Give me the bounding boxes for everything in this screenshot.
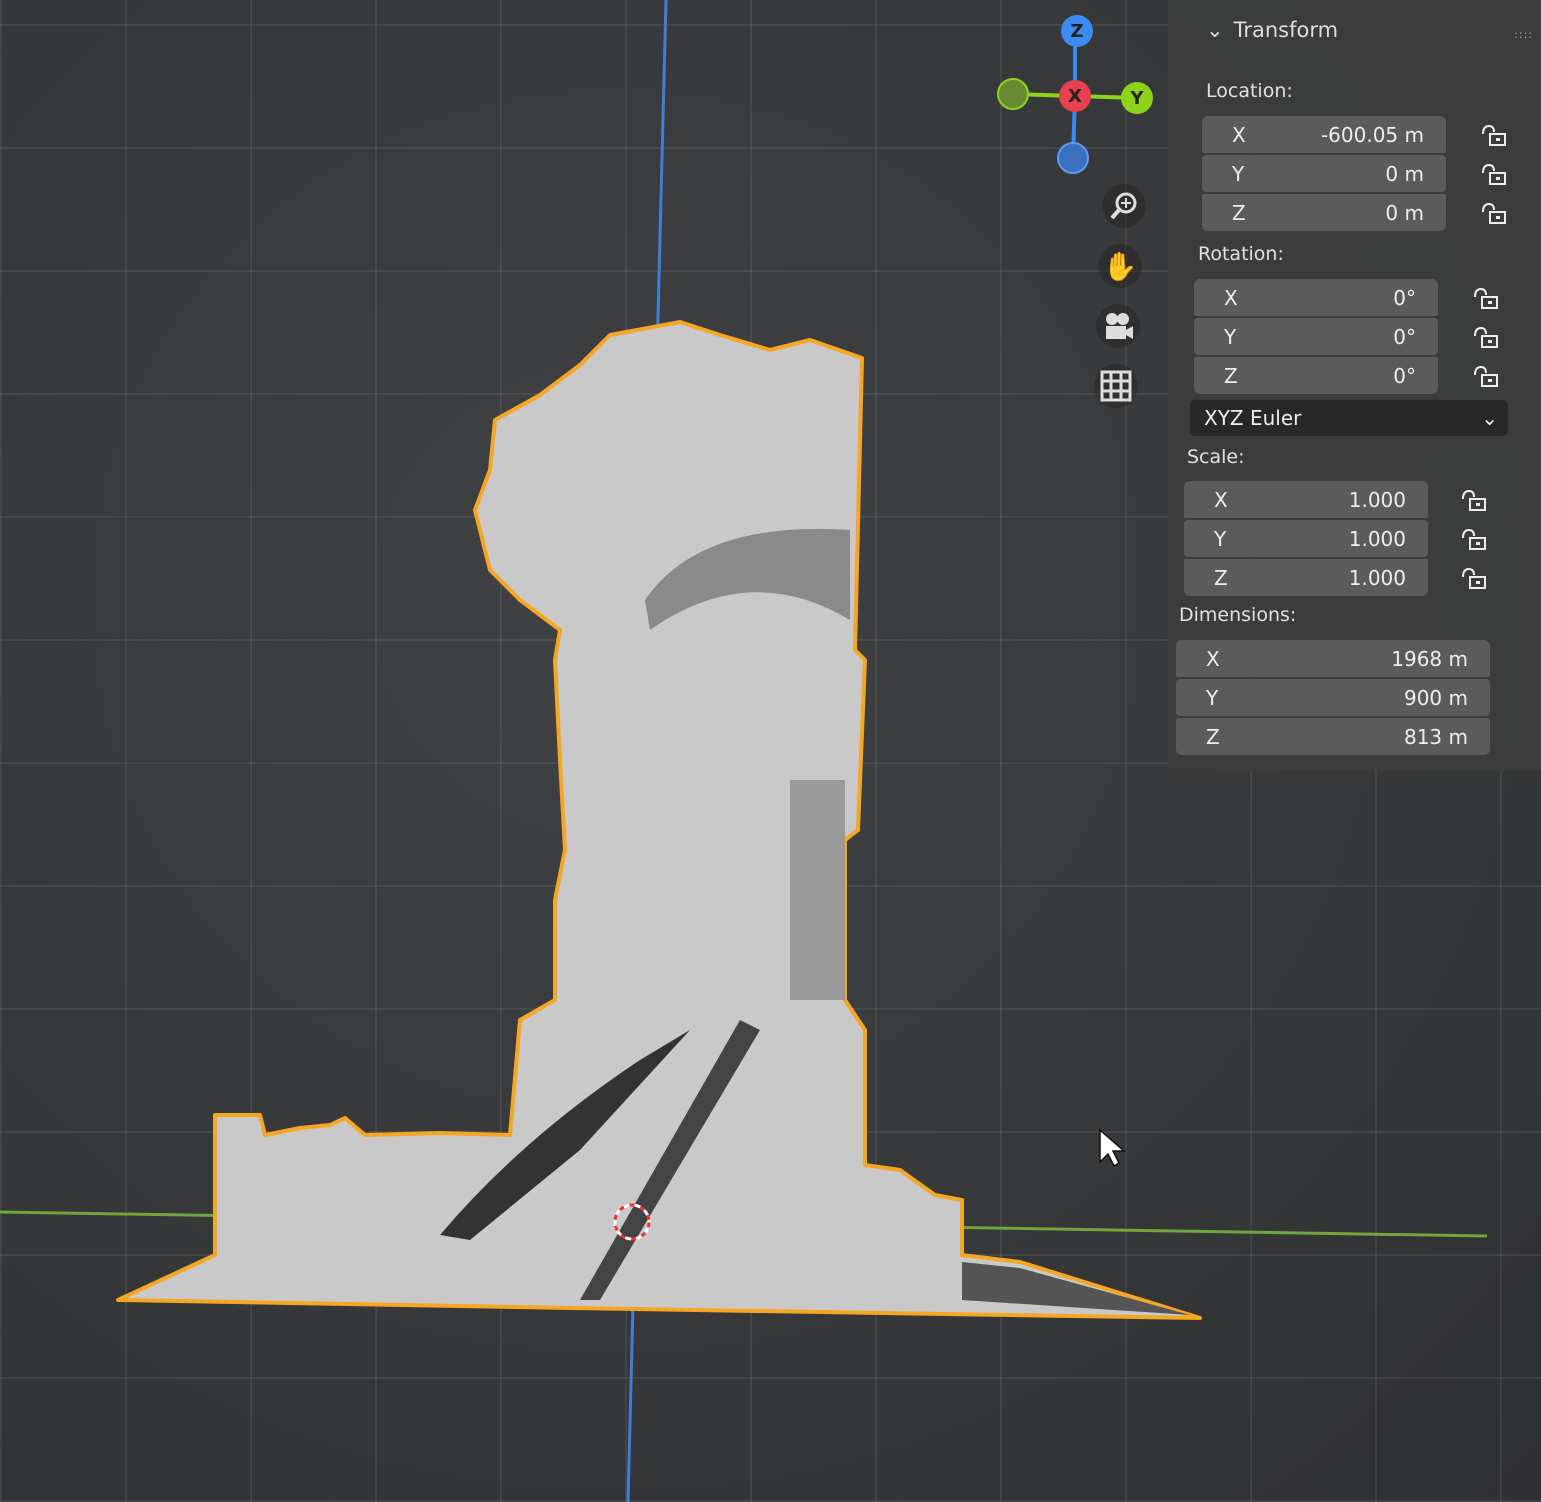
gizmo-x-axis[interactable]: X: [1059, 80, 1091, 112]
unlock-icon[interactable]: [1480, 116, 1508, 155]
unlock-icon[interactable]: [1480, 194, 1508, 233]
mouse-cursor-icon: [1099, 1128, 1126, 1168]
field-value: 0 m: [1385, 200, 1424, 225]
axis-label: Z: [1206, 724, 1220, 749]
axis-label: Y: [1232, 161, 1245, 186]
scale-x-field[interactable]: X 1.000: [1184, 481, 1428, 518]
axis-label: Z: [1232, 200, 1246, 225]
field-value: 1.000: [1348, 565, 1406, 590]
dimensions-x-field[interactable]: X 1968 m: [1176, 640, 1490, 677]
camera-icon: [1106, 313, 1133, 339]
rotation-locks: [1472, 279, 1500, 396]
rotation-y-field[interactable]: Y 0°: [1194, 318, 1438, 355]
hand-pan-icon: ✋: [1102, 249, 1138, 283]
rotation-label: Rotation:: [1198, 243, 1284, 265]
gizmo-y-axis[interactable]: Y: [1121, 82, 1153, 114]
axis-label: Y: [1214, 526, 1227, 551]
rotation-mode-dropdown[interactable]: XYZ Euler ⌄: [1190, 400, 1508, 436]
gizmo-x-label: X: [1068, 85, 1082, 107]
axis-label: X: [1206, 646, 1220, 671]
field-value: 813 m: [1403, 724, 1468, 749]
field-value: 0°: [1393, 285, 1416, 310]
chevron-down-icon: ⌄: [1206, 18, 1224, 42]
zoom-icon: [1110, 192, 1137, 220]
field-value: 900 m: [1403, 685, 1468, 710]
dimensions-y-field[interactable]: Y 900 m: [1176, 679, 1490, 716]
rotation-x-field[interactable]: X 0°: [1194, 279, 1438, 316]
location-y-field[interactable]: Y 0 m: [1202, 155, 1446, 192]
scale-locks: [1460, 481, 1488, 598]
panel-title: Transform: [1233, 18, 1339, 42]
rotation-fields: X 0° Y 0° Z 0°: [1194, 279, 1438, 396]
scale-fields: X 1.000 Y 1.000 Z 1.000: [1184, 481, 1428, 598]
grid-ortho-icon: [1100, 370, 1132, 402]
unlock-icon[interactable]: [1472, 318, 1500, 357]
dimensions-fields: X 1968 m Y 900 m Z 813 m: [1176, 640, 1490, 757]
location-label: Location:: [1206, 80, 1293, 102]
field-value: 0°: [1393, 324, 1416, 349]
location-z-field[interactable]: Z 0 m: [1202, 194, 1446, 231]
rotation-mode-value: XYZ Euler: [1204, 406, 1302, 430]
pan-button[interactable]: ✋: [1098, 244, 1142, 288]
scale-label: Scale:: [1187, 446, 1245, 468]
location-x-field[interactable]: X -600.05 m: [1202, 116, 1446, 153]
unlock-icon[interactable]: [1460, 481, 1488, 520]
rotation-z-field[interactable]: Z 0°: [1194, 357, 1438, 394]
field-value: 0°: [1393, 363, 1416, 388]
location-fields: X -600.05 m Y 0 m Z 0 m: [1202, 116, 1446, 233]
location-locks: [1480, 116, 1508, 233]
axis-label: Y: [1206, 685, 1219, 710]
transform-panel: ⌄ Transform :::: Location: X -600.05 m Y0…: [1168, 0, 1541, 770]
unlock-icon[interactable]: [1460, 559, 1488, 598]
gizmo-z-label: Z: [1070, 20, 1084, 42]
field-value: 1.000: [1348, 526, 1406, 551]
zoom-button[interactable]: [1102, 184, 1146, 228]
axis-label: Y: [1224, 324, 1237, 349]
unlock-icon[interactable]: [1480, 155, 1508, 194]
axis-label: Z: [1224, 363, 1238, 388]
mesh-panel: [790, 780, 845, 1000]
unlock-icon[interactable]: [1472, 357, 1500, 396]
unlock-icon[interactable]: [1460, 520, 1488, 559]
dimensions-label: Dimensions:: [1179, 604, 1297, 626]
camera-view-button[interactable]: [1096, 304, 1140, 348]
chevron-down-icon: ⌄: [1481, 406, 1498, 430]
transform-panel-header[interactable]: ⌄ Transform: [1206, 18, 1338, 42]
field-value: 0 m: [1385, 161, 1424, 186]
axis-label: Z: [1214, 565, 1228, 590]
ortho-toggle-button[interactable]: [1094, 364, 1138, 408]
unlock-icon[interactable]: [1472, 279, 1500, 318]
field-value: -600.05 m: [1320, 122, 1424, 147]
axis-label: X: [1232, 122, 1246, 147]
field-value: 1968 m: [1391, 646, 1468, 671]
gizmo-y-label: Y: [1130, 87, 1144, 109]
drag-handle-icon[interactable]: ::::: [1514, 28, 1533, 41]
axis-label: X: [1224, 285, 1238, 310]
dimensions-z-field[interactable]: Z 813 m: [1176, 718, 1490, 755]
scale-y-field[interactable]: Y 1.000: [1184, 520, 1428, 557]
gizmo-z-axis[interactable]: Z: [1061, 15, 1093, 47]
axis-label: X: [1214, 487, 1228, 512]
scale-z-field[interactable]: Z 1.000: [1184, 559, 1428, 596]
field-value: 1.000: [1348, 487, 1406, 512]
